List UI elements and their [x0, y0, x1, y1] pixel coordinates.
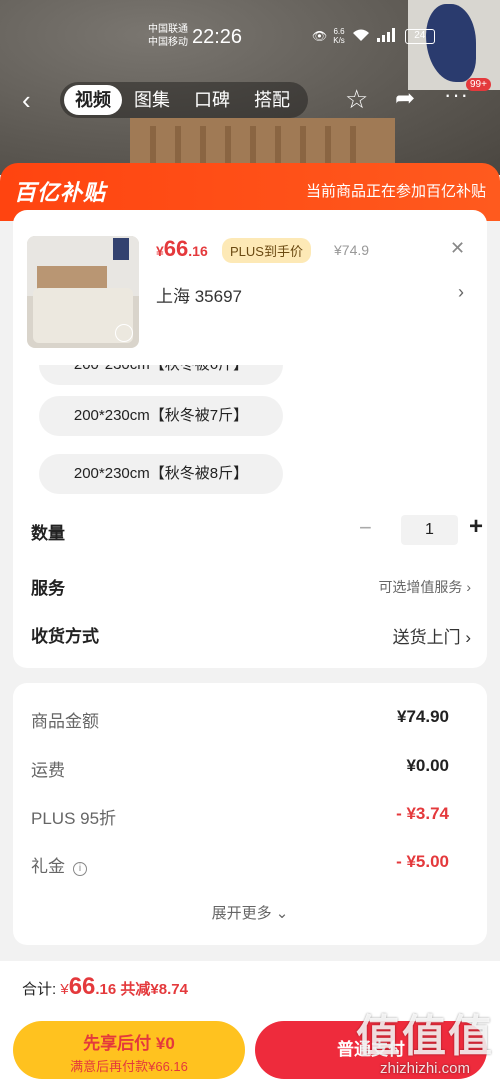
- amount-row: 运费 ¥0.00: [31, 756, 449, 782]
- tab-reviews[interactable]: 口碑: [182, 85, 242, 115]
- tab-match[interactable]: 搭配: [242, 85, 302, 115]
- share-icon[interactable]: ➦: [395, 84, 415, 113]
- pay-later-title: 先享后付 ¥0: [83, 1034, 175, 1053]
- amount-value: ¥74.90: [397, 707, 449, 726]
- amount-label: 商品金额: [31, 712, 99, 731]
- amount-label: 礼金 i: [31, 852, 87, 877]
- carrier-2: 中国移动: [148, 37, 188, 48]
- price-dec: .16: [188, 243, 208, 259]
- delivery-row[interactable]: 收货方式 送货上门 ›: [31, 618, 471, 648]
- chevron-right-icon[interactable]: ›: [458, 282, 464, 303]
- product-thumbnail[interactable]: [27, 236, 139, 348]
- carrier-1: 中国联通: [148, 24, 188, 35]
- favorite-star-icon[interactable]: ☆: [345, 84, 368, 115]
- close-icon[interactable]: ✕: [450, 238, 465, 259]
- subsidy-tip: 当前商品正在参加百亿补贴: [305, 183, 486, 200]
- top-nav: ‹ 视频 图集 口碑 搭配 ☆ ➦ ··· 99+: [0, 78, 500, 118]
- network-speed: 6.6 K/s: [333, 27, 345, 45]
- quantity-label: 数量: [31, 524, 65, 543]
- spec-option[interactable]: 200*230cm【秋冬被8斤】: [39, 454, 283, 494]
- pay-later-button[interactable]: 先享后付 ¥0 满意后再付款¥66.16: [13, 1021, 245, 1079]
- spec-list: 200*230cm【秋冬被6斤】 200*230cm【秋冬被7斤】 200*23…: [13, 365, 487, 495]
- product-price: ¥66.16: [156, 236, 208, 262]
- expand-more-label: 展开更多: [211, 905, 272, 922]
- price-int: 66: [163, 236, 189, 261]
- original-price: ¥74.9: [334, 242, 370, 258]
- service-row[interactable]: 服务 可选增值服务 ›: [31, 570, 471, 600]
- info-icon[interactable]: i: [73, 862, 87, 876]
- thumb-art: [113, 238, 129, 260]
- total-label: 合计:: [22, 981, 61, 998]
- carrier-names: 中国联通 中国移动: [148, 23, 188, 49]
- media-tabs: 视频 图集 口碑 搭配: [60, 82, 308, 118]
- quantity-input[interactable]: 1: [401, 515, 458, 545]
- total-saved: 共减¥8.74: [120, 981, 188, 998]
- amount-row: PLUS 95折 - ¥3.74: [31, 804, 449, 830]
- spec-option[interactable]: 200*230cm【秋冬被7斤】: [39, 396, 283, 436]
- tab-gallery[interactable]: 图集: [122, 85, 182, 115]
- amount-label: 运费: [31, 761, 65, 780]
- quantity-plus-button[interactable]: +: [469, 513, 483, 541]
- signal-icon: [376, 27, 399, 45]
- wifi-icon: [351, 28, 371, 45]
- amount-value: ¥0.00: [406, 756, 449, 775]
- zoom-icon: [115, 324, 133, 342]
- quantity-minus-button[interactable]: −: [359, 515, 372, 541]
- chevron-down-icon: ⌄: [275, 905, 289, 922]
- delivery-address[interactable]: 上海 35697: [156, 282, 242, 307]
- battery-icon: 24: [404, 28, 435, 44]
- amount-label: PLUS 95折: [31, 809, 117, 828]
- watermark: 值值值 zhizhizhi.com: [355, 1000, 495, 1077]
- amount-value: - ¥5.00: [396, 852, 449, 871]
- sku-selection-card: ¥66.16 PLUS到手价 ¥74.9 ✕ 上海 35697 › 200*23…: [13, 210, 487, 668]
- delivery-value-text: 送货上门: [392, 628, 461, 647]
- delivery-value: 送货上门 ›: [392, 628, 471, 647]
- plus-price-tag: PLUS到手价: [222, 238, 311, 263]
- quantity-row: 数量 − 1 +: [31, 513, 483, 545]
- clock: 22:26: [192, 26, 243, 48]
- total-symbol: ¥: [60, 981, 69, 998]
- total-dec: .16: [95, 981, 117, 998]
- price-symbol: ¥: [156, 243, 164, 259]
- status-bar: 中国联通 中国移动 22:26 👁 6.6 K/s 24: [0, 22, 500, 52]
- status-icons: 👁 6.6 K/s 24: [312, 27, 435, 45]
- expand-more-button[interactable]: 展开更多 ⌄: [13, 902, 487, 923]
- delivery-label: 收货方式: [31, 627, 99, 646]
- total-price: 合计: ¥66.16 共减¥8.74: [22, 973, 188, 1001]
- watermark-logo: 值值值: [356, 1012, 494, 1061]
- total-int: 66: [68, 973, 96, 1000]
- message-badge: 99+: [466, 78, 491, 91]
- service-value-text: 可选增值服务: [378, 579, 463, 595]
- tab-video[interactable]: 视频: [64, 85, 122, 115]
- spec-option[interactable]: 200*230cm【秋冬被6斤】: [39, 365, 283, 385]
- amount-card: 商品金额 ¥74.90 运费 ¥0.00 PLUS 95折 - ¥3.74 礼金…: [13, 683, 487, 945]
- amount-row: 商品金额 ¥74.90: [31, 707, 449, 733]
- service-value: 可选增值服务 ›: [378, 579, 471, 595]
- subsidy-logo: 百亿补贴: [14, 180, 107, 205]
- amount-value: - ¥3.74: [396, 804, 449, 823]
- gift-label-text: 礼金: [31, 857, 65, 876]
- amount-row: 礼金 i - ¥5.00: [31, 852, 449, 878]
- back-icon[interactable]: ‹: [22, 85, 31, 116]
- pay-later-subtitle: 满意后再付款¥66.16: [70, 1059, 188, 1074]
- service-label: 服务: [31, 579, 65, 598]
- eye-icon: 👁: [312, 29, 328, 43]
